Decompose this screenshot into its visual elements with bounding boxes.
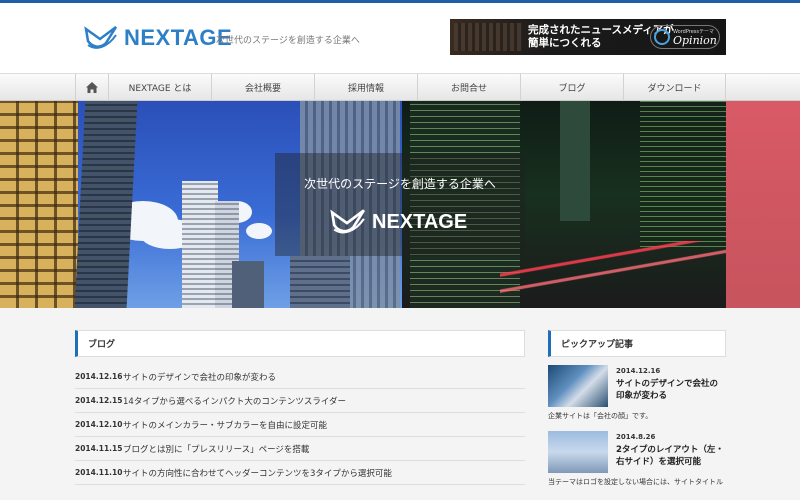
nav-item-recruit[interactable]: 採用情報 bbox=[314, 74, 417, 101]
post-date: 2014.12.16 bbox=[75, 372, 123, 381]
nav-item-download[interactable]: ダウンロード bbox=[623, 74, 726, 101]
nav-item-about[interactable]: NEXTAGE とは bbox=[108, 74, 211, 101]
post-date: 2014.12.15 bbox=[75, 396, 123, 405]
list-item[interactable]: 2014.12.15 14タイプから選べるインパクト大のコンテンツスライダー bbox=[75, 389, 525, 413]
pickup-excerpt: 企業サイトは「会社の顔」です。 bbox=[548, 412, 653, 420]
pickup-item[interactable]: 2014.12.16 サイトのデザインで会社の印象が変わる 企業サイトは「会社の… bbox=[548, 365, 726, 423]
site-header: NEXTAGE 次世代のステージを創造する企業へ 完成されたニュースメディアが … bbox=[0, 3, 800, 73]
hero-overlay: 次世代のステージを創造する企業へ NEXTAGE bbox=[275, 153, 525, 256]
opinion-badge: WordPressテーマ Opinion bbox=[650, 25, 720, 49]
pickup-date: 2014.8.26 bbox=[616, 433, 656, 441]
header-banner-ad[interactable]: 完成されたニュースメディアが 簡単につくれる WordPressテーマ Opin… bbox=[450, 19, 726, 55]
hero-building bbox=[74, 101, 138, 308]
main-nav: NEXTAGE とは 会社概要 採用情報 お問合せ ブログ ダウンロード bbox=[0, 73, 800, 101]
pickup-date: 2014.12.16 bbox=[616, 367, 661, 375]
pickup-thumbnail[interactable] bbox=[548, 365, 608, 407]
hero-logo: NEXTAGE bbox=[330, 208, 467, 236]
badge-circle-icon bbox=[654, 29, 670, 45]
badge-big-text: Opinion bbox=[673, 34, 717, 47]
post-title-link[interactable]: サイトのデザインで会社の印象が変わる bbox=[123, 371, 276, 383]
hero-logo-text: NEXTAGE bbox=[372, 210, 468, 233]
hero-light-trails bbox=[500, 241, 726, 308]
hero-building bbox=[290, 256, 350, 308]
pickup-heading: ピックアップ記事 bbox=[548, 330, 726, 357]
hero-building bbox=[232, 261, 264, 308]
post-date: 2014.12.10 bbox=[75, 420, 123, 429]
list-item[interactable]: 2014.12.10 サイトのメインカラー・サブカラーを自由に設定可能 bbox=[75, 413, 525, 437]
header-tagline: 次世代のステージを創造する企業へ bbox=[216, 36, 360, 46]
post-date: 2014.11.15 bbox=[75, 444, 123, 453]
hero-building bbox=[640, 101, 726, 251]
blog-post-list: 2014.12.16 サイトのデザインで会社の印象が変わる 2014.12.15… bbox=[75, 365, 525, 485]
typewriter-image bbox=[454, 23, 522, 51]
post-date: 2014.11.10 bbox=[75, 468, 123, 477]
pickup-sidebar: ピックアップ記事 2014.12.16 サイトのデザインで会社の印象が変わる 企… bbox=[548, 330, 726, 489]
pickup-excerpt: 当テーマはロゴを設定しない場合には、サイトタイトル bbox=[548, 478, 723, 486]
pickup-title-link[interactable]: 2タイプのレイアウト（左・右サイド）を選択可能 bbox=[616, 444, 726, 468]
hero-image: 次世代のステージを創造する企業へ NEXTAGE bbox=[0, 101, 800, 308]
hero-logo-mark-icon bbox=[330, 209, 366, 234]
nav-item-company[interactable]: 会社概要 bbox=[211, 74, 314, 101]
post-title-link[interactable]: ブログとは別に「プレスリリース」ページを搭載 bbox=[123, 443, 309, 455]
hero-tagline: 次世代のステージを創造する企業へ bbox=[304, 177, 496, 191]
list-item[interactable]: 2014.12.16 サイトのデザインで会社の印象が変わる bbox=[75, 365, 525, 389]
logo-mark-icon bbox=[84, 26, 118, 49]
hero-building bbox=[560, 101, 590, 221]
post-title-link[interactable]: サイトのメインカラー・サブカラーを自由に設定可能 bbox=[123, 419, 327, 431]
hero-cloud bbox=[246, 223, 272, 239]
nav-home[interactable] bbox=[75, 74, 108, 101]
hero-right-panel bbox=[726, 101, 800, 308]
pickup-item[interactable]: 2014.8.26 2タイプのレイアウト（左・右サイド）を選択可能 当テーマはロ… bbox=[548, 431, 726, 489]
hero-building-windows bbox=[0, 101, 78, 308]
list-item[interactable]: 2014.11.15 ブログとは別に「プレスリリース」ページを搭載 bbox=[75, 437, 525, 461]
pickup-thumbnail[interactable] bbox=[548, 431, 608, 473]
nav-item-blog[interactable]: ブログ bbox=[520, 74, 623, 101]
post-title-link[interactable]: サイトの方向性に合わせてヘッダーコンテンツを3タイプから選択可能 bbox=[123, 467, 392, 479]
blog-section: ブログ 2014.12.16 サイトのデザインで会社の印象が変わる 2014.1… bbox=[75, 330, 525, 485]
post-title-link[interactable]: 14タイプから選べるインパクト大のコンテンツスライダー bbox=[123, 395, 346, 407]
blog-heading: ブログ bbox=[75, 330, 525, 357]
site-logo[interactable]: NEXTAGE bbox=[84, 25, 232, 51]
nav-item-contact[interactable]: お問合せ bbox=[417, 74, 520, 101]
hero-building bbox=[182, 181, 218, 308]
home-icon bbox=[86, 82, 98, 93]
pickup-title-link[interactable]: サイトのデザインで会社の印象が変わる bbox=[616, 378, 726, 402]
list-item[interactable]: 2014.11.10 サイトの方向性に合わせてヘッダーコンテンツを3タイプから選… bbox=[75, 461, 525, 485]
